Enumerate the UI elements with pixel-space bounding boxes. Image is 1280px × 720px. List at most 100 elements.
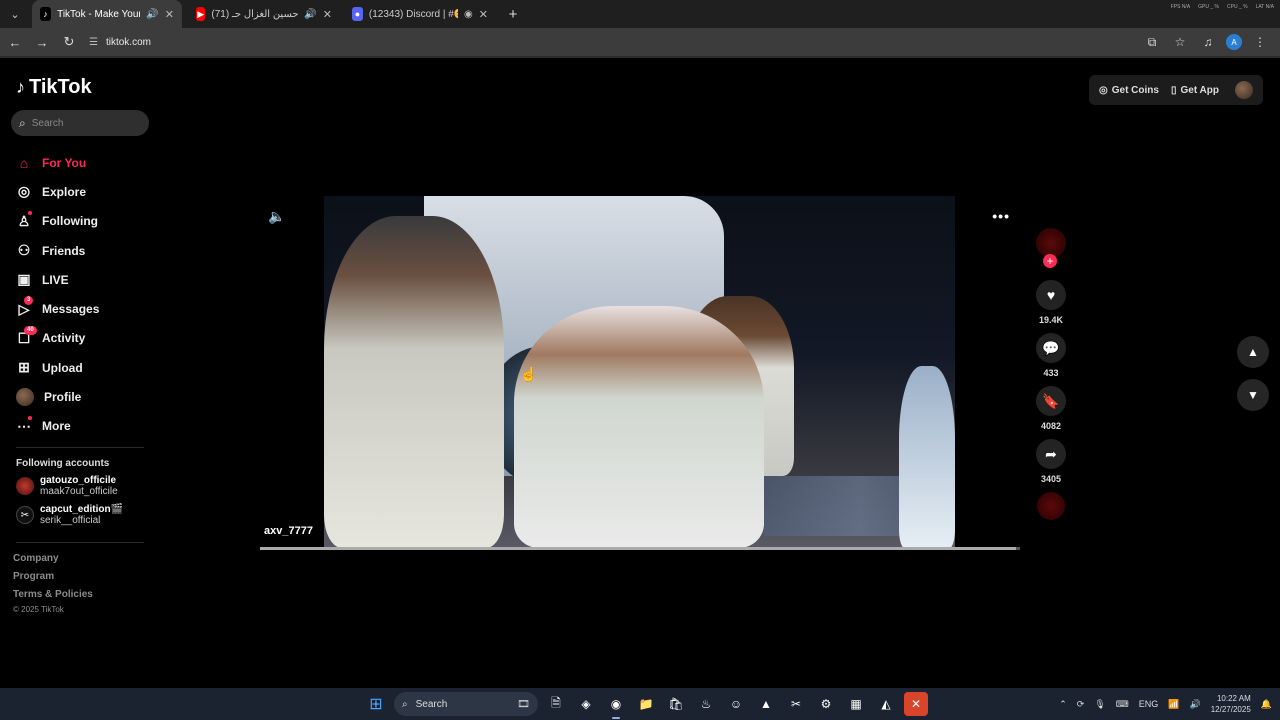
copilot-icon[interactable]: ◈ bbox=[574, 692, 598, 716]
comment-button[interactable]: 💬 433 bbox=[1034, 333, 1068, 378]
video-progress-bar[interactable] bbox=[260, 547, 1020, 550]
nav-item-explore[interactable]: ◎ Explore bbox=[16, 177, 156, 206]
media-controls-icon[interactable]: ♫ bbox=[1198, 32, 1218, 52]
profile-avatar-button[interactable]: A bbox=[1226, 34, 1242, 50]
nav-item-more[interactable]: ⋯ More bbox=[16, 412, 156, 441]
home-icon: ⌂ bbox=[19, 154, 29, 171]
next-video-button[interactable]: ▼ bbox=[1237, 379, 1269, 411]
system-tray: ⌃ ⟳ 🎙 ⌨ ENG 📶 🔊 10:22 AM 12/27/2025 🔔 bbox=[1059, 688, 1272, 720]
back-icon[interactable]: ← bbox=[3, 30, 27, 54]
search-input[interactable]: ⌕ Search bbox=[11, 110, 149, 136]
footer-link-terms[interactable]: Terms & Policies bbox=[13, 589, 93, 600]
follow-plus-icon[interactable]: + bbox=[1043, 254, 1057, 268]
store-icon[interactable]: 🛍 bbox=[664, 692, 688, 716]
previous-video-button[interactable]: ▲ bbox=[1237, 336, 1269, 368]
like-count: 19.4K bbox=[1038, 315, 1064, 325]
steam-icon[interactable]: ♨ bbox=[694, 692, 718, 716]
capcut-icon[interactable]: ✂ bbox=[784, 692, 808, 716]
menu-kebab-icon[interactable]: ⋮ bbox=[1250, 32, 1270, 52]
volume-icon[interactable]: 🔊 bbox=[1190, 699, 1201, 710]
nav-item-upload[interactable]: ⊞ Upload bbox=[16, 353, 156, 382]
nav-item-messages[interactable]: ▷ 3 Messages bbox=[16, 294, 156, 323]
url-text: tiktok.com bbox=[105, 36, 151, 48]
clock[interactable]: 10:22 AM 12/27/2025 bbox=[1211, 693, 1251, 715]
following-icon: ♙ bbox=[17, 212, 31, 229]
nav-label: Upload bbox=[42, 360, 83, 375]
tab-youtube[interactable]: ▶ (71) ريمكس حسين الغزال حـ... 🔊 ✕ bbox=[188, 0, 340, 28]
more-options-icon[interactable]: ••• bbox=[992, 208, 1010, 224]
sync-icon[interactable]: ⟳ bbox=[1077, 699, 1085, 710]
coin-icon: ◎ bbox=[1099, 84, 1108, 96]
video-player[interactable]: 🔈 ••• axv_7777 bbox=[260, 196, 1020, 550]
following-account-item[interactable]: gatouzo_officile maak7out_officile bbox=[16, 475, 156, 497]
tab-discord[interactable]: ● (12343) Discord | #😊 ع... ◉ ✕ bbox=[344, 0, 496, 28]
chevron-up-icon[interactable]: ⌃ bbox=[1059, 699, 1067, 710]
taskbar-search-label: Search bbox=[415, 698, 448, 710]
app-orange-icon[interactable]: ▲ bbox=[754, 692, 778, 716]
wifi-icon[interactable]: 📶 bbox=[1168, 699, 1179, 710]
install-app-icon[interactable]: ⧉ bbox=[1142, 32, 1162, 52]
settings-gear-icon[interactable]: ⚙ bbox=[814, 692, 838, 716]
address-bar[interactable]: ☰ tiktok.com bbox=[89, 31, 1142, 53]
app-window-icon[interactable]: ▦ bbox=[844, 692, 868, 716]
new-tab-button[interactable]: + bbox=[502, 3, 524, 25]
get-app-button[interactable]: ▯ Get App bbox=[1171, 85, 1219, 96]
file-explorer-icon[interactable]: 📁 bbox=[634, 692, 658, 716]
save-button[interactable]: 🔖 4082 bbox=[1034, 386, 1068, 431]
footer-link-program[interactable]: Program bbox=[13, 571, 54, 582]
nav-item-live[interactable]: ▣ LIVE bbox=[16, 265, 156, 294]
app-blue-icon[interactable]: ◭ bbox=[874, 692, 898, 716]
tab-tiktok[interactable]: ♪ TikTok - Make Your Day 🔊 ✕ bbox=[32, 0, 182, 28]
compass-icon: ◎ bbox=[17, 183, 31, 200]
close-tab-icon[interactable]: ✕ bbox=[479, 8, 488, 21]
share-button[interactable]: ➦ 3405 bbox=[1034, 439, 1068, 484]
user-avatar[interactable] bbox=[1235, 81, 1253, 99]
video-content[interactable] bbox=[324, 196, 955, 548]
notification-icon[interactable]: 🔔 bbox=[1261, 699, 1272, 710]
microphone-icon[interactable]: 🎙 bbox=[1094, 699, 1105, 710]
video-scene-person bbox=[324, 216, 504, 548]
following-accounts-title: Following accounts bbox=[16, 458, 110, 469]
volume-icon[interactable]: 🔈 bbox=[268, 208, 285, 225]
sidebar: ♪ TikTok ⌕ Search ⌂ For You ◎ Explore ♙ Fol… bbox=[0, 58, 165, 688]
clock-date: 12/27/2025 bbox=[1210, 705, 1251, 714]
nav-item-for-you[interactable]: ⌂ For You bbox=[16, 148, 156, 177]
nav-item-profile[interactable]: Profile bbox=[16, 382, 156, 411]
nav-item-activity[interactable]: ☐ 40 Activity bbox=[16, 324, 156, 353]
video-action-bar: + ♥ 19.4K 💬 433 🔖 4082 ➦ 3405 bbox=[1034, 228, 1068, 520]
search-placeholder: Search bbox=[31, 117, 64, 129]
chrome-icon[interactable]: ◉ bbox=[604, 692, 628, 719]
nav-label: Messages bbox=[42, 302, 100, 317]
close-tab-icon[interactable]: ✕ bbox=[165, 8, 174, 21]
close-tab-icon[interactable]: ✕ bbox=[323, 8, 332, 21]
windows-start-icon[interactable]: ⊞ bbox=[364, 692, 388, 716]
bookmark-star-icon[interactable]: ☆ bbox=[1170, 32, 1190, 52]
video-author[interactable]: axv_7777 bbox=[264, 525, 313, 537]
discord-icon[interactable]: ☺ bbox=[724, 692, 748, 716]
tiktok-logo[interactable]: ♪ TikTok bbox=[16, 76, 92, 99]
taskbar-search[interactable]: ⌕ Search 🎞 bbox=[394, 692, 538, 716]
site-info-icon[interactable]: ☰ bbox=[89, 37, 98, 48]
get-coins-button[interactable]: ◎ Get Coins bbox=[1099, 85, 1159, 96]
forward-icon[interactable]: → bbox=[30, 30, 54, 54]
following-account-item[interactable]: ✂ capcut_edition🎬 serik__official bbox=[16, 504, 156, 526]
nav-item-friends[interactable]: ⚇ Friends bbox=[16, 236, 156, 265]
close-app-icon[interactable]: ✕ bbox=[904, 692, 928, 716]
tab-search-button[interactable]: ⌄ bbox=[4, 3, 26, 25]
tab-title: (12343) Discord | #😊 ع... bbox=[368, 8, 458, 20]
nav-label: LIVE bbox=[42, 272, 69, 287]
mouse-cursor-icon: ☝ bbox=[520, 366, 538, 382]
live-icon: ▣ bbox=[17, 271, 31, 288]
speaker-icon[interactable]: 🔊 bbox=[304, 9, 316, 20]
gpu-stat: GPU _ % bbox=[1198, 4, 1219, 10]
like-button[interactable]: ♥ 19.4K bbox=[1034, 280, 1068, 325]
keyboard-icon[interactable]: ⌨ bbox=[1116, 699, 1129, 710]
speaker-icon[interactable]: 🔊 bbox=[146, 9, 158, 20]
nav-item-following[interactable]: ♙ Following bbox=[16, 207, 156, 236]
language-indicator[interactable]: ENG bbox=[1139, 699, 1159, 709]
file-icon[interactable]: 🗎 bbox=[544, 692, 568, 716]
logo-text: TikTok bbox=[29, 76, 92, 98]
reload-icon[interactable]: ↻ bbox=[57, 30, 81, 54]
music-disc-icon[interactable] bbox=[1037, 492, 1065, 520]
footer-link-company[interactable]: Company bbox=[13, 553, 59, 564]
